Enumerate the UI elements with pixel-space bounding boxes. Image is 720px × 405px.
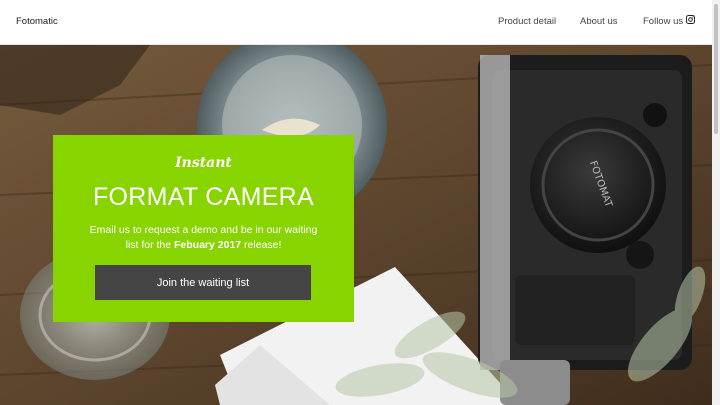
brand-logo-link[interactable]: Fotomatic: [16, 16, 58, 27]
join-waiting-list-button[interactable]: Join the waiting list: [95, 265, 311, 300]
hero-title: FORMAT CAMERA: [92, 183, 315, 211]
page-scrollbar[interactable]: [712, 0, 720, 405]
top-navbar: Fotomatic Product detail About us Follow…: [0, 0, 712, 45]
scrollbar-thumb[interactable]: [714, 4, 718, 134]
nav-link-about-us[interactable]: About us: [580, 16, 618, 27]
instagram-icon[interactable]: [686, 15, 695, 24]
hero-description: Email us to request a demo and be in our…: [83, 223, 324, 253]
hero-script-title: Instant: [175, 155, 232, 171]
hero-description-end: release!: [241, 239, 282, 251]
nav-link-product-detail[interactable]: Product detail: [498, 16, 556, 27]
hero-release-date: Febuary 2017: [174, 239, 242, 251]
nav-link-follow-us[interactable]: Follow us: [643, 16, 683, 27]
hero-card: Instant FORMAT CAMERA Email us to reques…: [53, 135, 354, 322]
